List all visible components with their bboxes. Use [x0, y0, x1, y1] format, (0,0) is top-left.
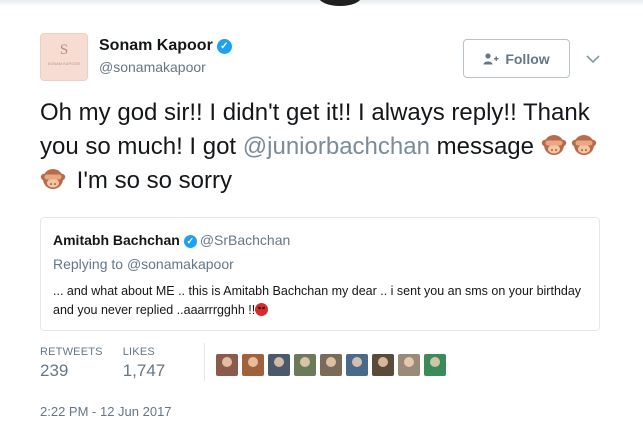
see-no-evil-monkey-icon	[40, 166, 66, 192]
liker-avatar[interactable]	[294, 354, 316, 376]
see-no-evil-monkey-icon	[541, 132, 567, 158]
tweet-text-part3: I'm so so sorry	[70, 167, 232, 194]
see-no-evil-monkey-icon	[571, 132, 597, 158]
likes-stat[interactable]: LIKES 1,747	[123, 346, 166, 381]
verified-badge-icon: ✓	[216, 39, 232, 54]
angry-face-icon	[255, 303, 269, 316]
liker-avatar[interactable]	[268, 354, 290, 376]
replying-to-mention[interactable]: @sonamakapoor	[127, 256, 234, 272]
liker-avatar[interactable]	[320, 354, 342, 376]
tweet-text-part2: message	[429, 133, 541, 160]
retweets-stat[interactable]: RETWEETS 239	[40, 346, 103, 381]
avatar-brand-text: SONAM KAPOOR	[47, 62, 81, 66]
stats-divider	[204, 343, 205, 381]
replying-to-line: Replying to @sonamakapoor	[53, 256, 234, 272]
tweet-timestamp[interactable]: 2:22 PM - 12 Jun 2017	[40, 404, 172, 419]
more-options-chevron-down-icon[interactable]	[584, 50, 602, 68]
add-person-icon	[483, 52, 499, 65]
author-name-row[interactable]: Sonam Kapoor ✓	[99, 37, 232, 55]
tweet-mention-link[interactable]: @juniorbachchan	[243, 133, 430, 160]
liker-avatar[interactable]	[242, 354, 264, 376]
tweet-stats: RETWEETS 239 LIKES 1,747	[40, 346, 185, 381]
likes-label: LIKES	[122, 346, 155, 358]
verified-badge-icon: ✓	[183, 235, 197, 248]
author-name[interactable]: Sonam Kapoor	[99, 37, 213, 54]
liker-avatars	[216, 354, 450, 376]
retweets-count: 239	[40, 361, 69, 380]
replying-to-prefix: Replying to	[53, 256, 127, 272]
quoted-tweet-body: ... and what about ME .. this is Amitabh…	[53, 284, 582, 317]
liker-avatar[interactable]	[346, 354, 368, 376]
avatar-monogram: S	[59, 42, 69, 58]
follow-button[interactable]: Follow	[463, 39, 570, 78]
retweets-label: RETWEETS	[40, 346, 103, 358]
likes-count: 1,747	[122, 361, 166, 380]
liker-avatar[interactable]	[372, 354, 394, 376]
follow-label: Follow	[505, 50, 550, 67]
tweet-text: Oh my god sir!! I didn't get it!! I alwa…	[40, 96, 625, 198]
avatar[interactable]: S SONAM KAPOOR	[40, 33, 88, 81]
quoted-tweet-header: Amitabh Bachchan ✓ @SrBachchan	[53, 232, 290, 248]
author-handle[interactable]: @sonamakapoor	[99, 59, 206, 75]
quoted-tweet-text: ... and what about ME .. this is Amitabh…	[53, 282, 589, 320]
liker-avatar[interactable]	[398, 354, 420, 376]
quoted-author-handle: @SrBachchan	[199, 232, 291, 248]
quoted-tweet-card[interactable]: Amitabh Bachchan ✓ @SrBachchan Replying to…	[40, 217, 600, 331]
liker-avatar[interactable]	[216, 354, 238, 376]
quoted-author-name: Amitabh Bachchan	[53, 232, 180, 248]
liker-avatar[interactable]	[424, 354, 446, 376]
